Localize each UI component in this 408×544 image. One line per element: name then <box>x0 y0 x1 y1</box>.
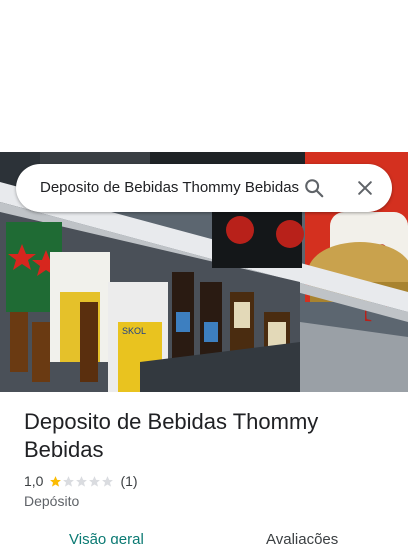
rating-value: 1,0 <box>24 473 44 489</box>
tab-overview[interactable]: Visão geral <box>69 531 144 544</box>
star-empty-icon <box>102 475 114 487</box>
search-bar[interactable]: Deposito de Bebidas Thommy Bebidas <box>16 164 392 212</box>
search-input[interactable]: Deposito de Bebidas Thommy Bebidas <box>40 164 304 212</box>
tab-reviews[interactable]: Avaliações <box>266 531 338 544</box>
place-tabs: Visão geral Avaliações <box>0 528 408 544</box>
svg-text:SKOL: SKOL <box>122 326 146 336</box>
star-filled-icon <box>50 475 62 487</box>
rating-row[interactable]: 1,0 (1) <box>24 471 138 491</box>
star-rating <box>49 475 114 488</box>
review-count[interactable]: (1) <box>120 473 137 489</box>
place-title: Deposito de Bebidas Thommy Bebidas <box>24 409 319 462</box>
search-icon[interactable] <box>298 172 330 204</box>
map-area-blank <box>0 0 408 152</box>
close-icon[interactable] <box>349 172 381 204</box>
star-empty-icon <box>89 475 101 487</box>
place-category[interactable]: Depósito <box>24 493 79 509</box>
star-empty-icon <box>76 475 88 487</box>
star-empty-icon <box>63 475 75 487</box>
